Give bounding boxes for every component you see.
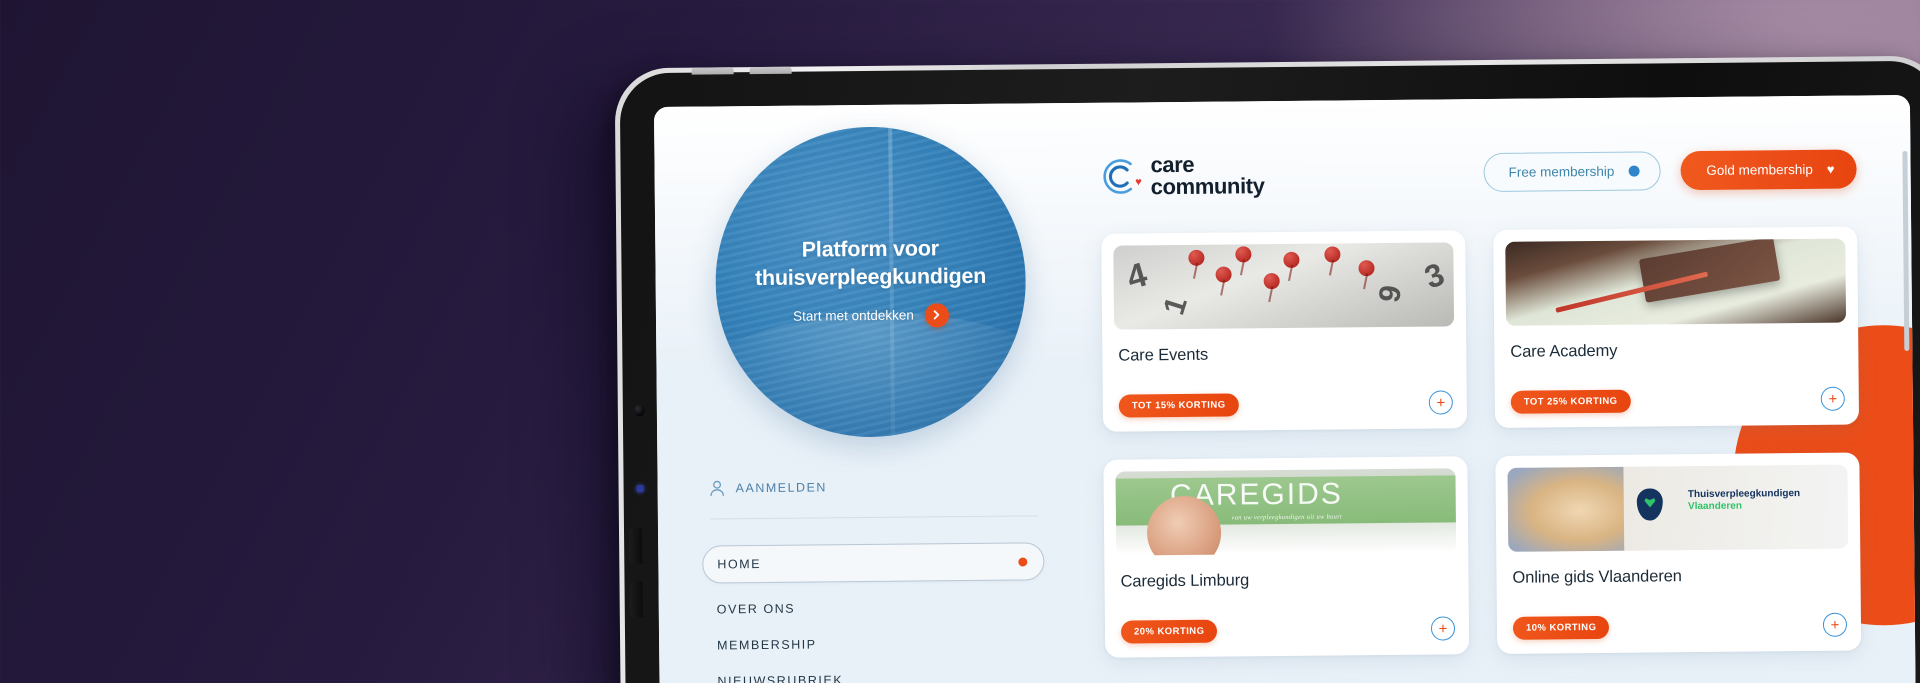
volume-up-button[interactable]	[628, 528, 643, 565]
nav-item-nieuwsrubriek[interactable]: NIEUWSRUBRIEK	[703, 660, 1045, 683]
pushpin-icon	[1215, 266, 1232, 283]
add-button[interactable]: +	[1430, 616, 1456, 641]
card-care-events[interactable]: 4 1 9 3 Care Events TOT 15% KORTING +	[1101, 230, 1468, 432]
card-title: Online gids Vlaanderen	[1512, 567, 1682, 587]
card-footer: TOT 15% KORTING +	[1115, 390, 1455, 418]
nav-item-over-ons[interactable]: OVER ONS	[703, 588, 1045, 627]
notebook-pencil-image	[1505, 238, 1847, 326]
card-title: Care Academy	[1510, 341, 1618, 361]
caregids-banner-image: CAREGIDS van uw verpleegkundigen uit uw …	[1115, 468, 1457, 556]
card-caregids-limburg[interactable]: CAREGIDS van uw verpleegkundigen uit uw …	[1103, 456, 1470, 658]
heart-icon: ♥	[1135, 175, 1142, 188]
discount-badge: 20% KORTING	[1120, 619, 1218, 644]
pushpin-icon	[1235, 246, 1252, 263]
thuisverpleegkundigen-vlaanderen-logo: Thuisverpleegkundigen Vlaanderen	[1507, 464, 1849, 552]
sidebar-divider	[709, 515, 1038, 520]
caregids-tagline: van uw verpleegkundigen uit uw buurt	[1231, 513, 1343, 522]
partner-logo-line-1: Thuisverpleegkundigen	[1687, 487, 1801, 500]
circle-c-icon: ♥	[1100, 156, 1142, 196]
card-grid: 4 1 9 3 Care Events TOT 15% KORTING + Ca…	[1101, 226, 1862, 658]
card-footer: TOT 25% KORTING +	[1507, 386, 1847, 414]
brand-logo[interactable]: ♥ care community	[1100, 152, 1265, 199]
discount-badge: TOT 25% KORTING	[1510, 389, 1631, 414]
gold-membership-button[interactable]: Gold membership ♥	[1680, 149, 1857, 191]
brand-wordmark: care community	[1150, 152, 1265, 199]
header-spacer	[1264, 173, 1483, 175]
hero-title: Platform voor thuisverpleegkundigen	[754, 236, 987, 291]
hands-photo	[1507, 466, 1624, 552]
pushpin-icon	[1263, 272, 1280, 289]
card-footer: 20% KORTING +	[1117, 616, 1457, 644]
signin-label: AANMELDEN	[735, 480, 827, 496]
brand-line-2: community	[1150, 172, 1265, 199]
tablet-device: Platform voor thuisverpleegkundigen Star…	[614, 55, 1920, 683]
thumb-digit: 4	[1122, 255, 1151, 298]
gold-membership-label: Gold membership	[1706, 161, 1813, 178]
active-dot-icon	[1018, 556, 1028, 567]
tablet-screen: Platform voor thuisverpleegkundigen Star…	[653, 94, 1917, 683]
calendar-pins-image: 4 1 9 3	[1113, 242, 1455, 330]
thumb-digit: 1	[1157, 292, 1195, 319]
nav-item-home[interactable]: HOME	[702, 542, 1045, 584]
hero-cta-label: Start met ontdekken	[792, 307, 914, 325]
webpage: Platform voor thuisverpleegkundigen Star…	[653, 94, 1917, 683]
hero-circle[interactable]: Platform voor thuisverpleegkundigen Star…	[714, 125, 1028, 439]
free-membership-button[interactable]: Free membership	[1483, 151, 1661, 193]
blue-dot-icon	[1628, 165, 1640, 177]
add-button[interactable]: +	[1820, 386, 1845, 411]
partner-logo-line-2: Vlaanderen	[1687, 500, 1742, 513]
thumb-digit: 3	[1419, 255, 1449, 296]
heart-icon: ♥	[1826, 161, 1835, 177]
signin-link[interactable]: AANMELDEN	[710, 477, 1044, 497]
front-camera-icon	[633, 405, 645, 417]
card-title: Care Events	[1118, 345, 1209, 365]
discount-badge: 10% KORTING	[1512, 615, 1610, 640]
add-button[interactable]: +	[1822, 612, 1848, 637]
discount-badge: TOT 15% KORTING	[1118, 393, 1239, 418]
card-title: Caregids Limburg	[1120, 571, 1250, 591]
secondary-top-button[interactable]	[749, 66, 792, 75]
volume-down-button[interactable]	[629, 581, 643, 618]
pushpin-icon	[1283, 252, 1300, 269]
tablet-bezel: Platform voor thuisverpleegkundigen Star…	[619, 60, 1920, 683]
card-footer: 10% KORTING +	[1509, 612, 1849, 640]
map-pin-heart-icon	[1636, 488, 1664, 521]
header-bar: ♥ care community Free membership Gold me…	[1100, 147, 1857, 199]
hero-cta[interactable]: Start met ontdekken	[793, 303, 949, 328]
pushpin-icon	[1324, 246, 1341, 264]
user-icon	[710, 480, 724, 497]
pushpin-icon	[1188, 249, 1205, 267]
notebook-shape	[1638, 238, 1781, 304]
nav-item-membership[interactable]: MEMBERSHIP	[703, 624, 1045, 663]
pushpin-icon	[1358, 260, 1375, 277]
card-online-gids-vlaanderen[interactable]: Thuisverpleegkundigen Vlaanderen Online …	[1495, 452, 1862, 655]
sidebar: Platform voor thuisverpleegkundigen Star…	[654, 103, 1080, 683]
nav-item-label: HOME	[717, 557, 762, 572]
status-led-icon	[636, 485, 644, 493]
power-button[interactable]	[691, 67, 734, 75]
card-care-academy[interactable]: Care Academy TOT 25% KORTING +	[1493, 226, 1860, 429]
add-button[interactable]: +	[1428, 390, 1453, 415]
main-navigation: HOME OVER ONS MEMBERSHIP NIEUWSRUBRIEK C…	[702, 542, 1046, 683]
free-membership-label: Free membership	[1508, 163, 1615, 180]
thumb-digit: 9	[1372, 282, 1409, 305]
chevron-right-icon[interactable]	[924, 303, 949, 328]
main-content: ♥ care community Free membership Gold me…	[1074, 95, 1916, 683]
